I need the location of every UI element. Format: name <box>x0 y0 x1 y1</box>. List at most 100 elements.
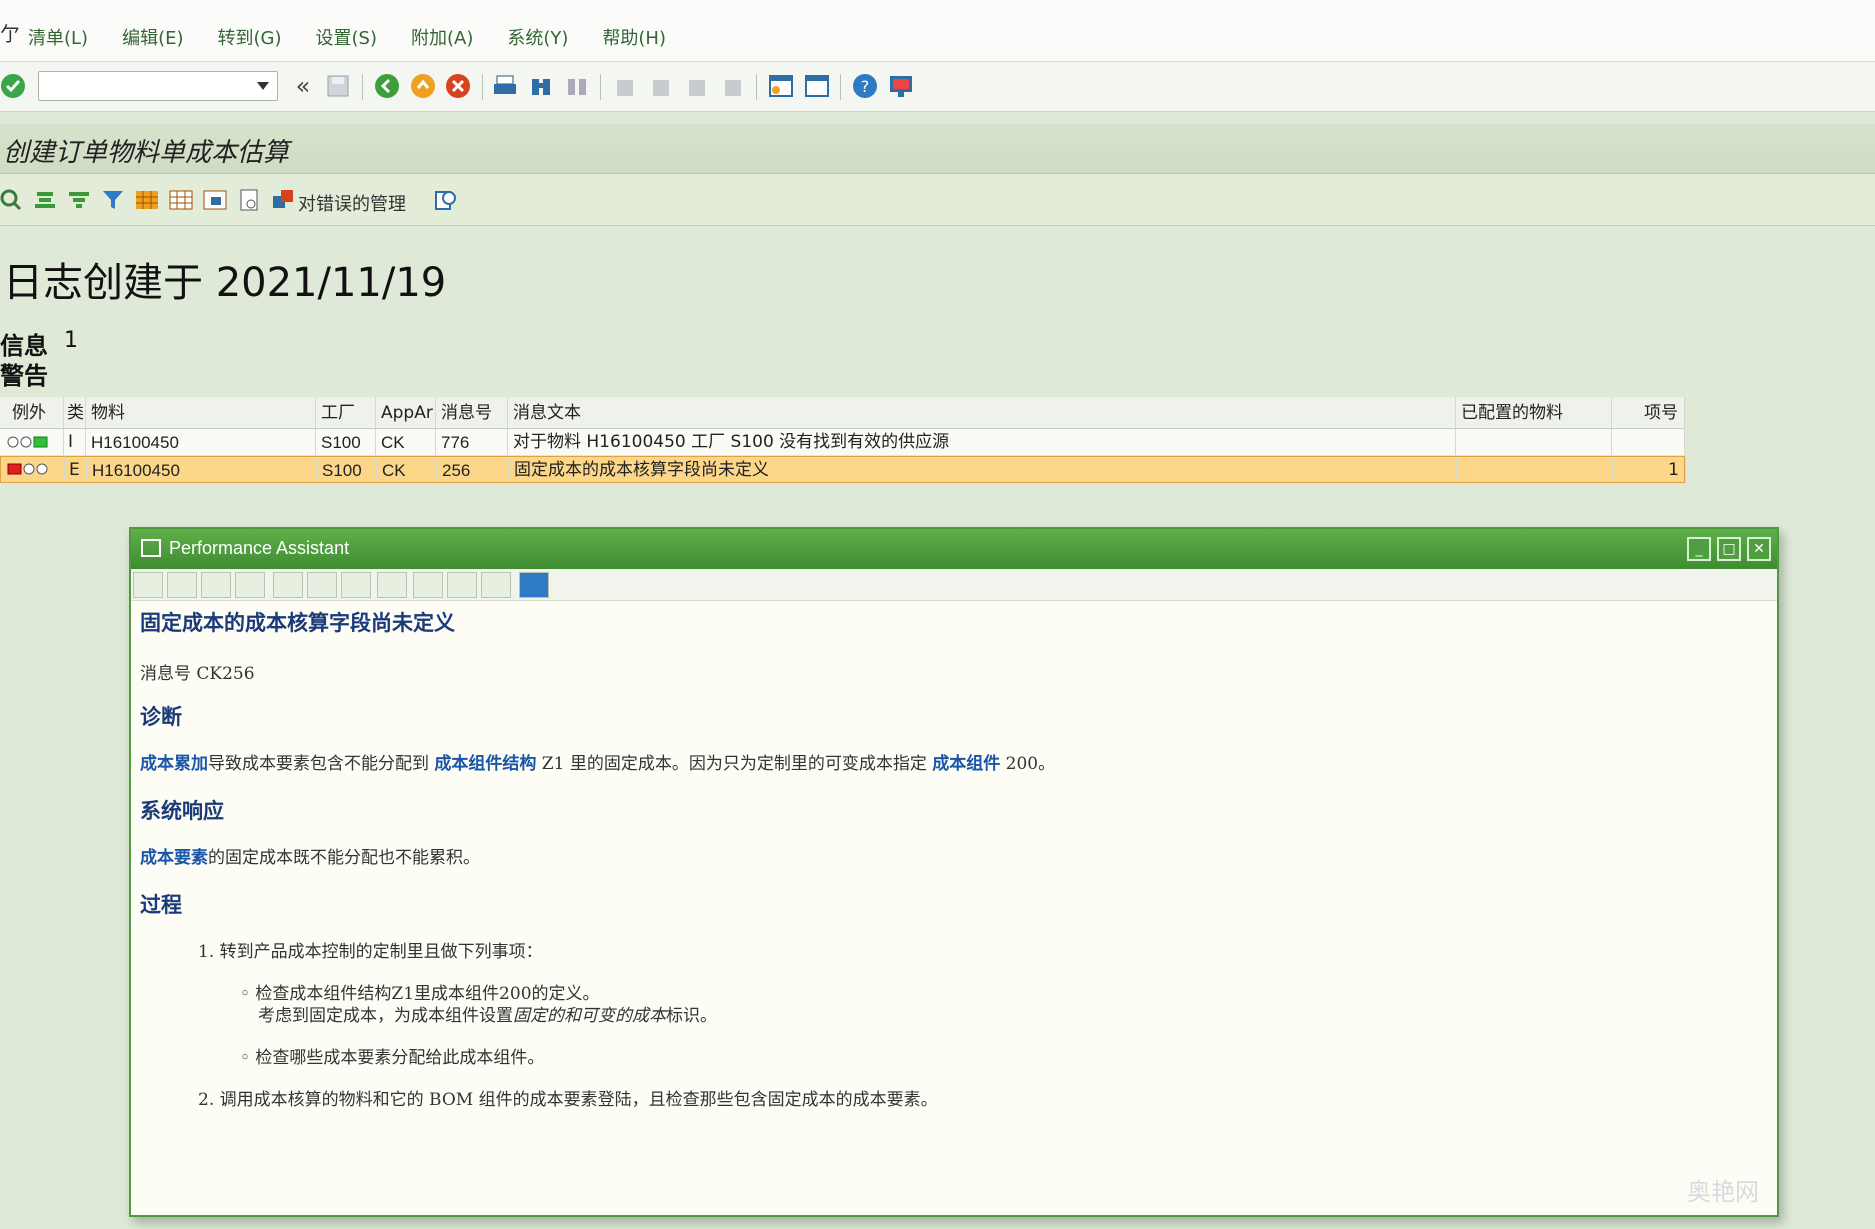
link-cost-component[interactable]: 成本组件 <box>932 754 1000 774</box>
procedure-title: 过程 <box>140 892 182 917</box>
next-page-icon[interactable] <box>682 71 712 101</box>
close-icon[interactable]: ✕ <box>1747 537 1771 561</box>
dialog-title-bar[interactable]: Performance Assistant _ □ ✕ <box>131 529 1777 569</box>
sort-descending-icon[interactable] <box>64 185 94 215</box>
column-header-plant[interactable]: 工厂 <box>316 397 376 428</box>
find-icon[interactable] <box>447 572 477 598</box>
title-bar: 创建订单物料单成本估算 <box>0 124 1875 174</box>
diagnosis-text: 成本累加导致成本要素包含不能分配到 成本组件结构 Z1 里的固定成本。因为只为定… <box>140 754 1056 774</box>
technical-info-icon[interactable] <box>377 572 407 598</box>
close-box-icon[interactable] <box>519 572 549 598</box>
cell-material: H16100450 <box>86 429 316 455</box>
back-arrow-icon[interactable] <box>133 572 163 598</box>
system-response-text: 成本要素的固定成本既不能分配也不能累积。 <box>140 848 480 868</box>
select-layout-icon[interactable] <box>200 185 230 215</box>
technical-info-icon[interactable] <box>430 185 460 215</box>
edit-icon[interactable] <box>273 572 303 598</box>
hierarchy-icon[interactable] <box>235 572 265 598</box>
error-management-label[interactable]: 对错误的管理 <box>298 190 406 216</box>
find-next-icon[interactable] <box>562 71 592 101</box>
menu-bar: 亇 清单(L) 编辑(E) 转到(G) 设置(S) 附加(A) 系统(Y) 帮助(H) <box>0 0 1875 62</box>
menu-item-5[interactable]: 系统(Y) <box>507 24 568 50</box>
settings-icon[interactable] <box>341 572 371 598</box>
cell-item-number <box>1612 429 1685 455</box>
menu-item-0[interactable]: 清单(L) <box>28 24 88 50</box>
svg-text:?: ? <box>861 77 870 96</box>
cell-message-number: 256 <box>437 457 509 482</box>
book-icon[interactable] <box>201 572 231 598</box>
layout-grid-icon[interactable] <box>132 185 162 215</box>
help-heading: 固定成本的成本核算字段尚未定义 <box>140 610 455 635</box>
sort-ascending-icon[interactable] <box>30 185 60 215</box>
error-management-icon[interactable] <box>268 185 298 215</box>
menu-item-1[interactable]: 编辑(E) <box>122 24 183 50</box>
app-menu-icon[interactable]: 亇 <box>0 18 20 47</box>
cell-plant: S100 <box>316 429 376 455</box>
cancel-icon[interactable] <box>443 71 473 101</box>
grid-header-row: 例外 类 物料 工厂 AppAr 消息号 消息文本 已配置的物料 项号 <box>0 397 1685 429</box>
page-title: 创建订单物料单成本估算 <box>3 138 290 168</box>
cell-plant: S100 <box>317 457 377 482</box>
dialog-toolbar <box>131 569 1777 601</box>
back-icon[interactable] <box>372 71 402 101</box>
minimize-icon[interactable]: _ <box>1687 537 1711 561</box>
menu-item-4[interactable]: 附加(A) <box>411 24 473 50</box>
layout-icon[interactable] <box>886 71 916 101</box>
column-header-configured-material[interactable]: 已配置的物料 <box>1456 397 1612 428</box>
help-icon[interactable]: ? <box>850 71 880 101</box>
procedure-bullet-2: ◦ 检查哪些成本要素分配给此成本组件。 <box>240 1048 545 1068</box>
maximize-icon[interactable]: □ <box>1717 537 1741 561</box>
enter-icon[interactable] <box>0 71 28 101</box>
first-page-icon[interactable] <box>610 71 640 101</box>
filter-icon[interactable] <box>98 185 128 215</box>
cell-appar: CK <box>377 457 437 482</box>
save-icon[interactable] <box>323 71 353 101</box>
link-cost-component-structure[interactable]: 成本组件结构 <box>434 754 536 774</box>
forward-arrow-icon[interactable] <box>167 572 197 598</box>
column-header-message-text[interactable]: 消息文本 <box>508 397 1456 428</box>
cell-message-text: 对于物料 H16100450 工厂 S100 没有找到有效的供应源 <box>508 429 1456 455</box>
print-icon[interactable] <box>490 71 520 101</box>
column-header-type[interactable]: 类 <box>64 397 86 428</box>
menu-item-3[interactable]: 设置(S) <box>316 24 377 50</box>
exit-icon[interactable] <box>408 71 438 101</box>
menu-item-6[interactable]: 帮助(H) <box>602 24 666 50</box>
cell-message-text: 固定成本的成本核算字段尚未定义 <box>509 457 1457 482</box>
new-session-icon[interactable] <box>766 71 796 101</box>
system-toolbar: « ? <box>0 62 1875 112</box>
info-count: 1 <box>64 328 78 353</box>
log-heading: 日志创建于 2021/11/19 <box>3 260 447 306</box>
column-header-exception[interactable]: 例外 <box>0 397 64 428</box>
column-header-item-number[interactable]: 项号 <box>1612 397 1685 428</box>
procedure-bullet-1-detail: 考虑到固定成本，为成本组件设置固定的和可变的成本标识。 <box>258 1006 717 1026</box>
link-cost-element[interactable]: 成本要素 <box>140 848 208 868</box>
previous-page-icon[interactable] <box>646 71 676 101</box>
table-row[interactable]: I H16100450 S100 CK 776 对于物料 H16100450 工… <box>0 429 1685 456</box>
print-icon[interactable] <box>413 572 443 598</box>
table-row-selected[interactable]: E H16100450 S100 CK 256 固定成本的成本核算字段尚未定义 … <box>0 456 1686 483</box>
shortcut-icon[interactable] <box>802 71 832 101</box>
pencil-icon[interactable] <box>307 572 337 598</box>
last-page-icon[interactable] <box>718 71 748 101</box>
dropdown-arrow-icon[interactable] <box>257 82 269 90</box>
cell-appar: CK <box>376 429 436 455</box>
back-arrows-icon[interactable]: « <box>288 71 318 101</box>
procedure-step-1: 1. 转到产品成本控制的定制里且做下列事项： <box>198 942 543 962</box>
detail-icon[interactable] <box>0 185 26 215</box>
column-header-material[interactable]: 物料 <box>86 397 316 428</box>
column-header-message-number[interactable]: 消息号 <box>436 397 508 428</box>
long-text-icon[interactable] <box>234 185 264 215</box>
link-cost-rollup[interactable]: 成本累加 <box>140 754 208 774</box>
find-icon[interactable] <box>526 71 556 101</box>
document-icon[interactable] <box>481 572 511 598</box>
performance-assistant-dialog: Performance Assistant _ □ ✕ 固定成本的成本核算字段尚… <box>129 527 1779 1217</box>
column-header-appar[interactable]: AppAr <box>376 397 436 428</box>
cell-material: H16100450 <box>87 457 317 482</box>
system-response-title: 系统响应 <box>140 798 224 823</box>
cell-message-number: 776 <box>436 429 508 455</box>
command-field[interactable] <box>38 71 278 101</box>
cell-type: I <box>64 429 86 455</box>
change-layout-icon[interactable] <box>166 185 196 215</box>
menu-item-2[interactable]: 转到(G) <box>218 24 282 50</box>
cell-configured-material <box>1457 457 1613 482</box>
